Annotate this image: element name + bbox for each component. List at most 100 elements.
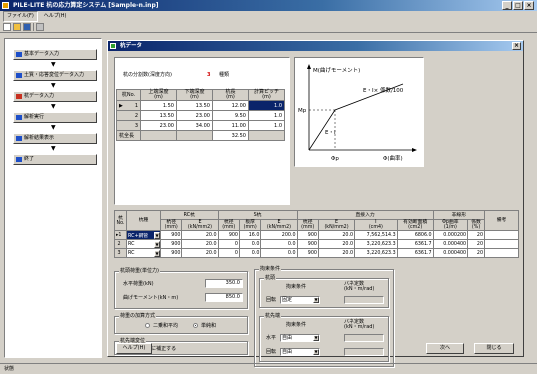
- save-disk-icon[interactable]: [23, 23, 31, 31]
- nav-run-analysis[interactable]: 解析実行: [13, 112, 97, 123]
- table-row[interactable]: ▸1 RC+鋼管 ▼ 900 20.0 900 16.0 200.0 900 20…: [114, 230, 519, 240]
- chevron-down-icon[interactable]: ▼: [313, 335, 319, 341]
- table-row[interactable]: 3 RC ▼ 900 20.0 0 0.0 0.0 900 20.0 3,220,…: [114, 248, 519, 258]
- toolbar-separator: [33, 23, 34, 31]
- close-button[interactable]: 閉じる: [474, 343, 514, 354]
- nav-show-results[interactable]: 解析結果表示: [13, 133, 97, 144]
- moment-input[interactable]: 850.0: [205, 293, 243, 302]
- y-axis-label: M(曲げモーメント): [313, 66, 360, 74]
- cell[interactable]: 900: [296, 230, 319, 240]
- cell[interactable]: 20: [467, 239, 485, 249]
- row-no: 1: [134, 102, 138, 109]
- cell[interactable]: 6361.7: [396, 248, 434, 258]
- cell[interactable]: 20: [467, 230, 485, 240]
- pile-type-select[interactable]: RC ▼: [126, 239, 161, 249]
- chevron-down-icon[interactable]: ▼: [313, 349, 319, 355]
- tip-horizontal-select[interactable]: 自由 ▼: [280, 334, 320, 342]
- chevron-down-icon[interactable]: ▼: [154, 240, 160, 248]
- pitch-cell[interactable]: 1.0: [248, 120, 285, 131]
- new-file-icon[interactable]: [3, 23, 11, 31]
- col-header: 計算ピッチ (m): [248, 89, 285, 101]
- cell[interactable]: 900: [296, 239, 319, 249]
- method-sum-radio[interactable]: [193, 323, 198, 328]
- length-cell[interactable]: 11.00: [212, 120, 249, 131]
- bottom-depth-cell[interactable]: 13.50: [176, 100, 213, 111]
- head-rotation-select[interactable]: 固定 ▼: [280, 296, 320, 304]
- cell[interactable]: 900: [159, 248, 183, 258]
- cell[interactable]: 0.0: [238, 239, 262, 249]
- chevron-down-icon[interactable]: ▼: [154, 249, 160, 257]
- cell[interactable]: 20.0: [317, 248, 356, 258]
- nav-exit[interactable]: 終了: [13, 154, 97, 165]
- cell[interactable]: 16.0: [238, 230, 262, 240]
- cell[interactable]: 0.000400: [432, 248, 469, 258]
- pile-type-select[interactable]: RC ▼: [126, 248, 161, 258]
- bottom-depth-cell[interactable]: 34.00: [176, 120, 213, 131]
- cell[interactable]: 20.0: [181, 239, 219, 249]
- length-cell[interactable]: 9.50: [212, 110, 249, 121]
- cell[interactable]: 6361.7: [396, 239, 434, 249]
- top-depth-cell[interactable]: 13.50: [140, 110, 177, 121]
- cell[interactable]: 20.0: [317, 230, 356, 240]
- next-button[interactable]: 次へ: [426, 343, 464, 354]
- cell[interactable]: 900: [159, 239, 183, 249]
- child-close-button[interactable]: ×: [512, 42, 521, 50]
- nav-soil-data[interactable]: 土質・応答変位データ入力: [13, 70, 97, 81]
- table-row[interactable]: ▶ 1 1.50 13.50 12.00 1.0: [116, 100, 285, 111]
- top-depth-cell[interactable]: 1.50: [140, 100, 177, 111]
- close-window-button[interactable]: ×: [524, 1, 534, 10]
- menu-bar: ファイル(F) ヘルプ(H): [0, 11, 537, 22]
- cell[interactable]: 0: [217, 248, 240, 258]
- cell[interactable]: 20.0: [181, 230, 219, 240]
- help-button[interactable]: ヘルプ(H): [116, 343, 152, 354]
- menu-help[interactable]: ヘルプ(H): [40, 11, 71, 22]
- ei-label: E・I: [325, 130, 336, 136]
- maximize-button[interactable]: □: [513, 1, 523, 10]
- cell[interactable]: 20.0: [181, 248, 219, 258]
- cell[interactable]: 3,220,623.3: [354, 248, 398, 258]
- cell[interactable]: 0.000400: [432, 239, 469, 249]
- nav-pile-data[interactable]: 杭データ入力: [13, 91, 97, 102]
- method-rss-radio[interactable]: [145, 323, 150, 328]
- cell[interactable]: [484, 239, 519, 249]
- open-folder-icon[interactable]: [13, 23, 21, 31]
- top-depth-cell[interactable]: 23.00: [140, 120, 177, 131]
- cell[interactable]: 0.000200: [432, 230, 469, 240]
- minimize-button[interactable]: _: [502, 1, 512, 10]
- chevron-down-icon[interactable]: ▼: [313, 297, 319, 303]
- table-row[interactable]: 2 RC ▼ 900 20.0 0 0.0 0.0 900 20.0 3,220,…: [114, 239, 519, 249]
- tip-rotation-select[interactable]: 自由 ▼: [280, 348, 320, 356]
- cell[interactable]: 0.0: [238, 248, 262, 258]
- cell[interactable]: 900: [217, 230, 240, 240]
- tip-rot-label: 回転: [266, 349, 277, 355]
- cell[interactable]: 0: [217, 239, 240, 249]
- nav-basic-data[interactable]: 基本データ入力: [13, 49, 97, 60]
- cell[interactable]: 3,220,623.3: [354, 239, 398, 249]
- length-cell[interactable]: 12.00: [212, 100, 249, 111]
- table-row[interactable]: 3 23.00 34.00 11.00 1.0: [116, 120, 285, 131]
- pitch-cell[interactable]: 1.0: [248, 110, 285, 121]
- row-header: 2: [116, 110, 141, 121]
- cell[interactable]: 7,562,514.3: [354, 230, 398, 240]
- menu-file[interactable]: ファイル(F): [3, 11, 38, 22]
- chevron-down-icon[interactable]: ▼: [154, 231, 160, 239]
- cell[interactable]: [484, 248, 519, 258]
- cell[interactable]: 900: [296, 248, 319, 258]
- cell[interactable]: 20: [467, 248, 485, 258]
- cell[interactable]: 900: [159, 230, 183, 240]
- cell[interactable]: 200.0: [260, 230, 298, 240]
- table-row[interactable]: 2 13.50 23.00 9.50 1.0: [116, 110, 285, 121]
- cell[interactable]: 0.0: [260, 239, 298, 249]
- down-arrow-icon: ▼: [51, 145, 56, 152]
- cell[interactable]: 20.0: [317, 239, 356, 249]
- bottom-depth-cell[interactable]: 23.00: [176, 110, 213, 121]
- cell[interactable]: 0.0: [260, 248, 298, 258]
- pile-head-title: 杭頭: [264, 275, 277, 281]
- cell[interactable]: 6806.0: [396, 230, 434, 240]
- cell[interactable]: [484, 230, 519, 240]
- horizontal-load-input[interactable]: 350.0: [205, 279, 243, 288]
- mp-label: Mp: [298, 108, 307, 114]
- pitch-cell[interactable]: 1.0: [248, 100, 285, 111]
- print-icon[interactable]: [36, 23, 44, 31]
- pile-type-select[interactable]: RC+鋼管 ▼: [126, 230, 161, 240]
